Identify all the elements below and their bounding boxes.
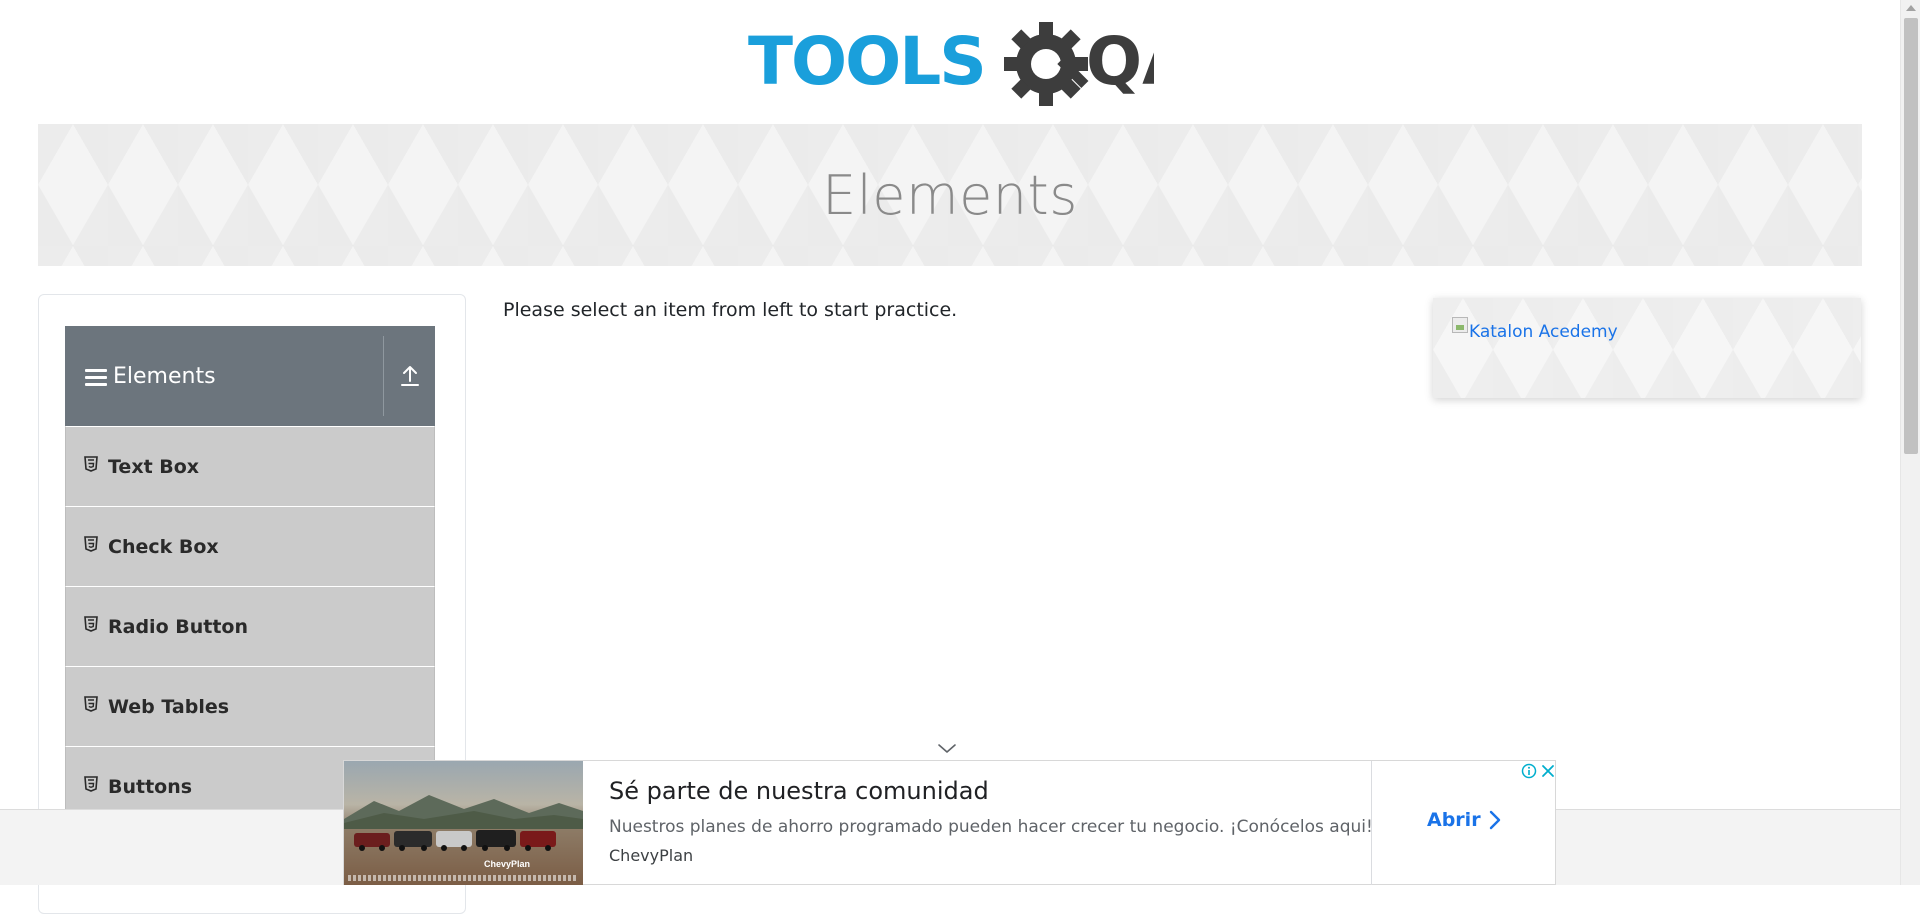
html5-icon xyxy=(84,775,98,792)
elements-group-header[interactable]: Elements xyxy=(65,326,435,426)
menu-item-label: Web Tables xyxy=(108,695,230,718)
menu-item-text-box[interactable]: Text Box xyxy=(65,426,435,506)
menu-item-label: Text Box xyxy=(108,455,200,478)
site-header: TOOLS QA xyxy=(0,0,1900,124)
menu-item-web-tables[interactable]: Web Tables xyxy=(65,666,435,746)
chevron-down-icon[interactable] xyxy=(936,741,958,755)
scrollbar-thumb[interactable] xyxy=(1904,18,1918,454)
logo-tools-text: TOOLS xyxy=(748,23,985,100)
menu-item-radio-button[interactable]: Radio Button xyxy=(65,586,435,666)
upload-arrow-icon xyxy=(400,366,419,386)
page-title: Elements xyxy=(822,163,1078,227)
info-icon[interactable] xyxy=(1521,763,1537,779)
chevron-right-icon xyxy=(1489,810,1500,830)
collapse-toggle[interactable] xyxy=(383,336,435,416)
page-banner: Elements xyxy=(38,124,1862,266)
bottom-ad-banner[interactable]: ChevyPlan Sé parte de nuestra comunidad … xyxy=(343,760,1556,885)
html5-icon xyxy=(84,615,98,632)
ad-image[interactable]: ChevyPlan xyxy=(344,761,583,885)
menu-item-check-box[interactable]: Check Box xyxy=(65,506,435,586)
scroll-up-arrow-icon[interactable] xyxy=(1906,5,1916,11)
instruction-text: Please select an item from left to start… xyxy=(503,299,958,321)
ad-body-text[interactable]: Nuestros planes de ahorro programado pue… xyxy=(609,817,1373,837)
hamburger-icon xyxy=(85,369,107,387)
toolsqa-logo[interactable]: TOOLS QA xyxy=(748,16,1193,116)
katalon-ad-box: Katalon Acedemy xyxy=(1433,298,1861,398)
html5-icon xyxy=(84,455,98,472)
close-icon[interactable] xyxy=(1540,763,1556,779)
ad-open-label: Abrir xyxy=(1427,809,1481,831)
elements-group-toggle[interactable]: Elements xyxy=(65,326,383,426)
html5-icon xyxy=(84,535,98,552)
ad-choices xyxy=(1516,761,1556,781)
ad-headline[interactable]: Sé parte de nuestra comunidad xyxy=(609,777,989,805)
menu-item-label: Check Box xyxy=(108,535,219,558)
ad-image-brand: ChevyPlan xyxy=(484,859,531,869)
katalon-academy-link[interactable]: Katalon Acedemy xyxy=(1469,322,1618,342)
broken-image-icon xyxy=(1452,317,1468,333)
cars-illustration xyxy=(354,830,556,851)
ad-advertiser[interactable]: ChevyPlan xyxy=(609,846,693,865)
gear-icon xyxy=(1004,22,1089,106)
ad-open-button[interactable]: Abrir xyxy=(1427,809,1501,831)
ad-divider xyxy=(1371,761,1372,885)
html5-icon xyxy=(84,695,98,712)
logo-qa-text: QA xyxy=(1086,23,1154,100)
menu-item-label: Buttons xyxy=(108,775,193,798)
page-scrollbar[interactable] xyxy=(1900,0,1920,885)
elements-group-title: Elements xyxy=(113,363,216,389)
ad-fineprint xyxy=(348,875,578,881)
menu-item-label: Radio Button xyxy=(108,615,248,638)
